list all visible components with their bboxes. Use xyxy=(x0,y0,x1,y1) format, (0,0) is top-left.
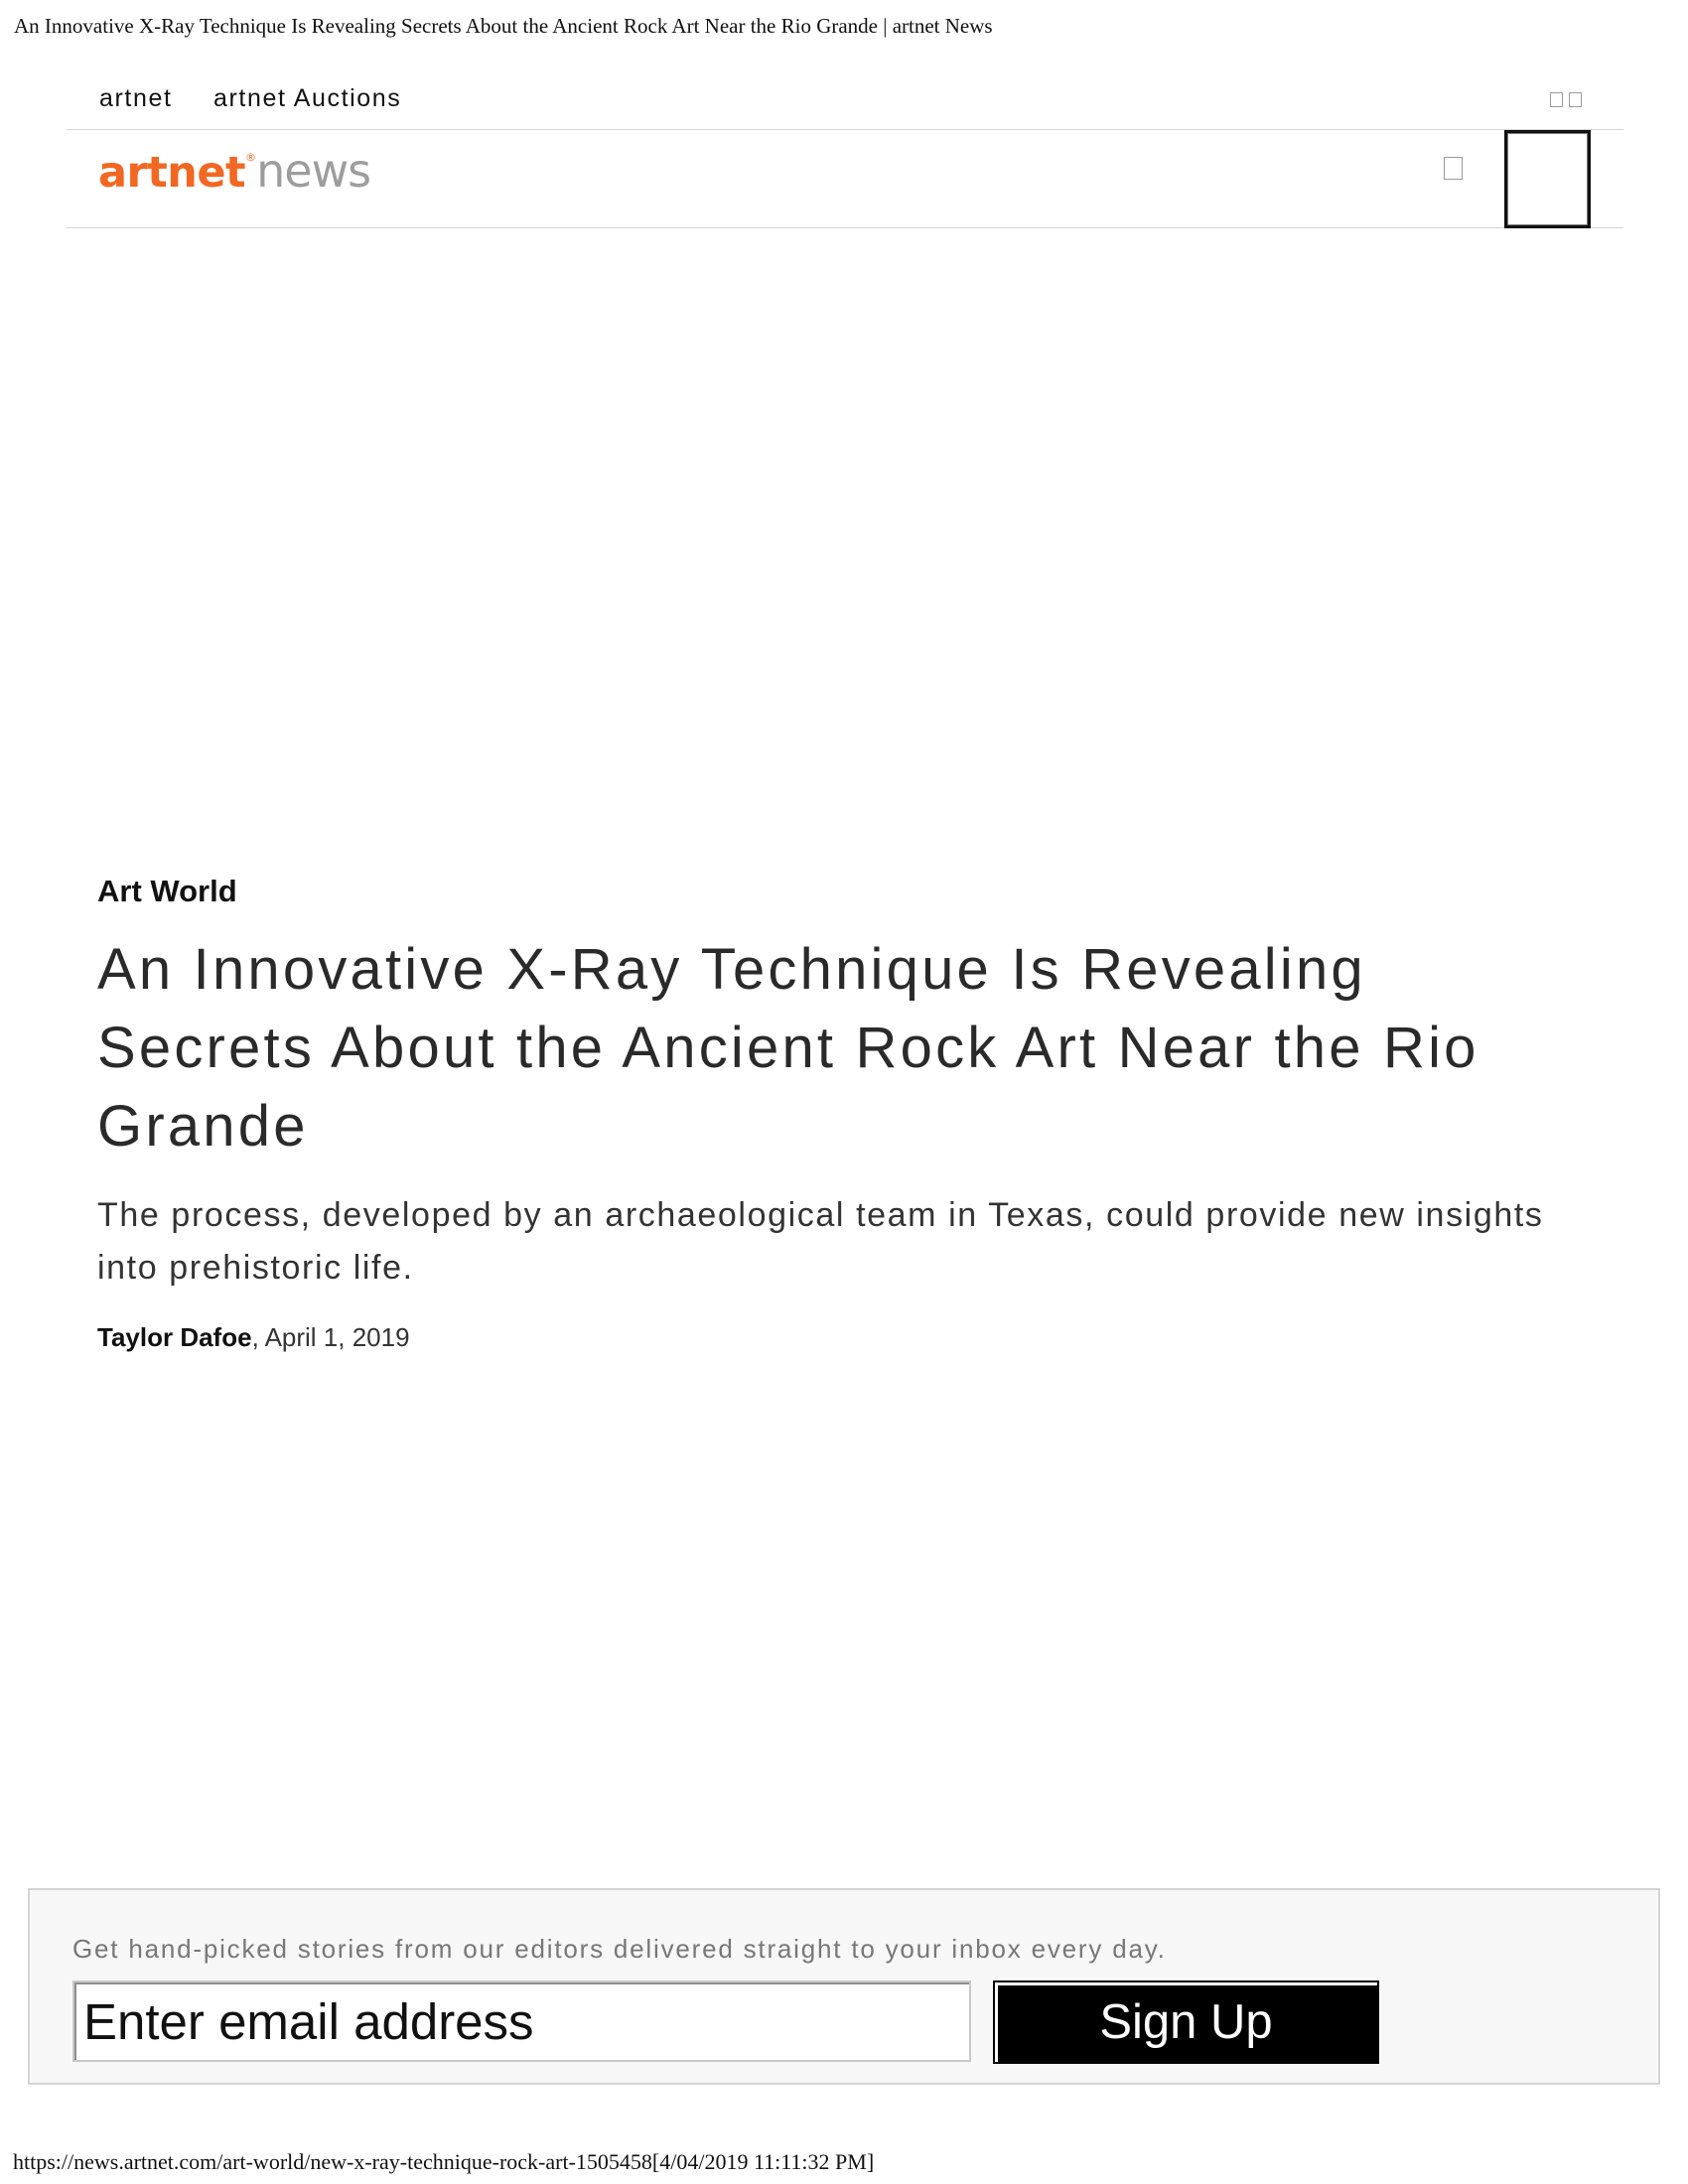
search-icon[interactable] xyxy=(1444,157,1463,180)
sign-up-button[interactable]: Sign Up xyxy=(993,1980,1379,2064)
article-category[interactable]: Art World xyxy=(97,874,237,909)
article-headline: An Innovative X-Ray Technique Is Reveali… xyxy=(97,937,1479,1159)
article-subheadline: The process, developed by an archaeologi… xyxy=(97,1196,1544,1287)
newsletter-signup-panel: Get hand-picked stories from our editors… xyxy=(28,1888,1660,2085)
browser-print-title: An Innovative X-Ray Technique Is Reveali… xyxy=(14,14,993,38)
logo-registered-mark: ® xyxy=(245,151,257,164)
author-name[interactable]: Taylor Dafoe xyxy=(97,1322,252,1352)
article-byline: Taylor Dafoe, April 1, 2019 xyxy=(97,1322,410,1353)
top-navigation-bar: artnet artnet Auctions xyxy=(67,77,1623,130)
site-header: artnet®news xyxy=(67,130,1623,228)
logo-news-text: news xyxy=(256,144,371,198)
logo-brand-text: artnet xyxy=(98,148,246,198)
publish-date: , April 1, 2019 xyxy=(251,1322,410,1352)
social-icon[interactable] xyxy=(1569,92,1582,107)
browser-print-url: https://news.artnet.com/art-world/new-x-… xyxy=(13,2149,875,2174)
artnet-news-logo[interactable]: artnet®news xyxy=(98,144,371,204)
nav-link-artnet-auctions[interactable]: artnet Auctions xyxy=(213,84,401,113)
nav-link-artnet[interactable]: artnet xyxy=(99,84,173,113)
email-field[interactable] xyxy=(72,1980,971,2062)
menu-icon[interactable] xyxy=(1504,130,1591,228)
newsletter-prompt: Get hand-picked stories from our editors… xyxy=(72,1934,1167,1964)
social-icon[interactable] xyxy=(1550,92,1563,107)
